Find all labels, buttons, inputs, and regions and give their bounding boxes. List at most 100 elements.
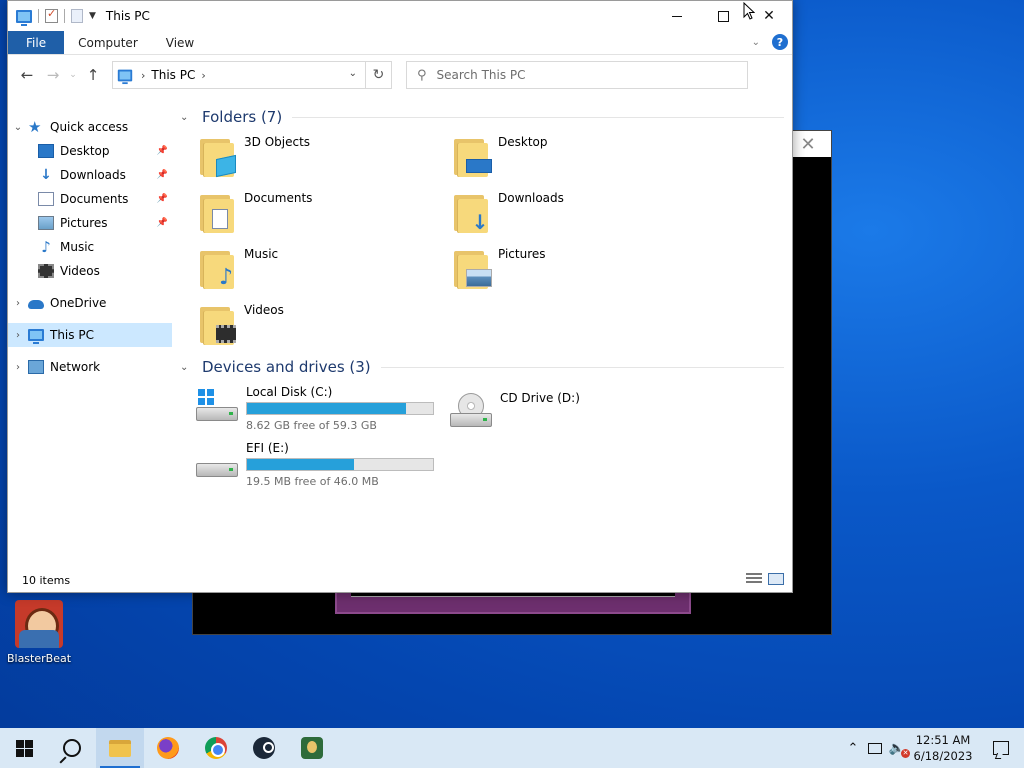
address-history-dropdown-icon[interactable]: ⌄: [349, 68, 357, 79]
nav-network[interactable]: › Network: [8, 355, 172, 379]
taskbar-chrome[interactable]: [192, 728, 240, 768]
taskbar-search-button[interactable]: [48, 728, 96, 768]
nav-item-music[interactable]: ♪ Music: [8, 235, 172, 259]
tab-file[interactable]: File: [8, 31, 65, 54]
breadcrumb-this-pc[interactable]: This PC: [151, 68, 195, 82]
forward-button[interactable]: →: [42, 64, 64, 86]
tab-view[interactable]: View: [152, 31, 208, 54]
collapse-chevron-icon[interactable]: ⌄: [180, 112, 196, 123]
nav-item-videos[interactable]: Videos: [8, 259, 172, 283]
ribbon-tabs: File Computer View ⌄ ?: [8, 31, 792, 55]
maximize-button[interactable]: [700, 1, 746, 31]
drive-label: EFI (E:): [246, 441, 289, 455]
folder-music[interactable]: ♪ Music: [198, 243, 452, 299]
background-window-panel: [335, 590, 691, 614]
folder-downloads[interactable]: ↓ Downloads: [452, 187, 706, 243]
folders-grid: 3D Objects Desktop Documents ↓ Downloads…: [180, 131, 792, 355]
start-button[interactable]: [0, 728, 48, 768]
expand-ribbon-chevron-icon[interactable]: ⌄: [752, 37, 760, 48]
pin-icon: 📌: [156, 146, 168, 156]
network-tray-icon[interactable]: [864, 728, 886, 768]
expand-chevron-icon[interactable]: ›: [8, 362, 28, 373]
download-arrow-icon: ↓: [40, 167, 52, 183]
drive-label: Local Disk (C:): [246, 385, 333, 399]
music-folder-icon: ♪: [198, 247, 238, 291]
collapse-chevron-icon[interactable]: ⌄: [180, 362, 196, 373]
explorer-body: ⌄ ★ Quick access Desktop 📌 ↓ Downloads 📌…: [8, 95, 792, 568]
window-title: This PC: [105, 9, 150, 23]
nav-item-pictures[interactable]: Pictures 📌: [8, 211, 172, 235]
nav-label: Music: [60, 240, 95, 254]
collapse-chevron-icon[interactable]: ⌄: [8, 122, 28, 133]
breadcrumb-chevron-icon[interactable]: ›: [141, 69, 145, 82]
group-header-drives[interactable]: ⌄ Devices and drives (3): [180, 353, 792, 381]
recent-locations-chevron-icon[interactable]: ⌄: [68, 64, 78, 86]
large-icons-view-icon[interactable]: [768, 573, 784, 585]
details-view-icon[interactable]: [746, 573, 762, 585]
clock[interactable]: 12:51 AM 6/18/2023: [908, 732, 978, 764]
blasterbeat-icon: [15, 600, 63, 648]
drive-efi-e[interactable]: EFI (E:) 19.5 MB free of 46.0 MB: [194, 441, 448, 497]
group-title: Folders (7): [202, 108, 283, 126]
taskbar-steam[interactable]: [240, 728, 288, 768]
drive-usage-bar: [246, 402, 434, 415]
minimize-button[interactable]: [654, 1, 700, 31]
nav-label: This PC: [50, 328, 94, 342]
help-icon[interactable]: ?: [772, 34, 788, 50]
back-button[interactable]: ←: [16, 64, 38, 86]
nav-label: Documents: [60, 192, 129, 206]
tab-computer[interactable]: Computer: [64, 31, 152, 54]
folder-label: Downloads: [498, 191, 564, 205]
nav-item-desktop[interactable]: Desktop 📌: [8, 139, 172, 163]
desktop-icon-blasterbeat[interactable]: BlasterBeat: [6, 600, 72, 665]
notification-icon: [993, 741, 1009, 755]
folder-videos[interactable]: Videos: [198, 299, 452, 355]
pin-icon: 📌: [156, 218, 168, 228]
game-app-icon: [301, 737, 323, 759]
folder-desktop[interactable]: Desktop: [452, 131, 706, 187]
expand-chevron-icon[interactable]: ›: [8, 330, 28, 341]
folder-label: Desktop: [498, 135, 548, 149]
folder-3d-objects[interactable]: 3D Objects: [198, 131, 452, 187]
taskbar-firefox[interactable]: [144, 728, 192, 768]
nav-label: Downloads: [60, 168, 126, 182]
up-button[interactable]: ↑: [82, 64, 104, 86]
new-folder-icon[interactable]: [71, 9, 83, 23]
search-box[interactable]: ⚲: [406, 61, 748, 89]
breadcrumb-chevron-icon[interactable]: ›: [201, 69, 205, 82]
nav-item-documents[interactable]: Documents 📌: [8, 187, 172, 211]
pin-icon: 📌: [156, 194, 168, 204]
expand-chevron-icon[interactable]: ›: [8, 298, 28, 309]
drive-free-space: 8.62 GB free of 59.3 GB: [246, 419, 377, 432]
computer-icon: [28, 329, 44, 344]
nav-this-pc[interactable]: › This PC: [8, 323, 172, 347]
show-hidden-icons-chevron-icon[interactable]: ⌃: [842, 728, 864, 768]
navigation-pane: ⌄ ★ Quick access Desktop 📌 ↓ Downloads 📌…: [8, 95, 172, 568]
folder-label: Videos: [244, 303, 284, 317]
this-pc-icon[interactable]: [16, 9, 32, 26]
refresh-button[interactable]: ↻: [365, 62, 391, 88]
chrome-icon: [205, 737, 227, 759]
drive-local-disk-c[interactable]: Local Disk (C:) 8.62 GB free of 59.3 GB: [194, 385, 448, 441]
address-field[interactable]: › This PC › ⌄ ↻: [112, 61, 392, 89]
nav-item-downloads[interactable]: ↓ Downloads 📌: [8, 163, 172, 187]
nav-quick-access[interactable]: ⌄ ★ Quick access: [8, 115, 172, 139]
nav-label: Quick access: [50, 120, 129, 134]
customize-toolbar-dropdown-icon[interactable]: ▼: [89, 11, 96, 21]
folder-documents[interactable]: Documents: [198, 187, 452, 243]
document-icon: [38, 192, 54, 206]
taskbar-game[interactable]: [288, 728, 336, 768]
action-center-button[interactable]: [978, 728, 1024, 768]
taskbar-file-explorer[interactable]: [96, 728, 144, 768]
drive-free-space: 19.5 MB free of 46.0 MB: [246, 475, 379, 488]
folder-pictures[interactable]: Pictures: [452, 243, 706, 299]
nav-onedrive[interactable]: › OneDrive: [8, 291, 172, 315]
folder-label: 3D Objects: [244, 135, 311, 149]
group-header-folders[interactable]: ⌄ Folders (7): [180, 103, 792, 131]
nav-label: Desktop: [60, 144, 110, 158]
volume-muted-icon[interactable]: 🔈 ✕: [886, 728, 911, 768]
properties-icon[interactable]: [45, 7, 58, 23]
drive-cd-d[interactable]: CD Drive (D:): [448, 385, 702, 441]
separator: [64, 9, 65, 23]
search-input[interactable]: [436, 68, 717, 82]
